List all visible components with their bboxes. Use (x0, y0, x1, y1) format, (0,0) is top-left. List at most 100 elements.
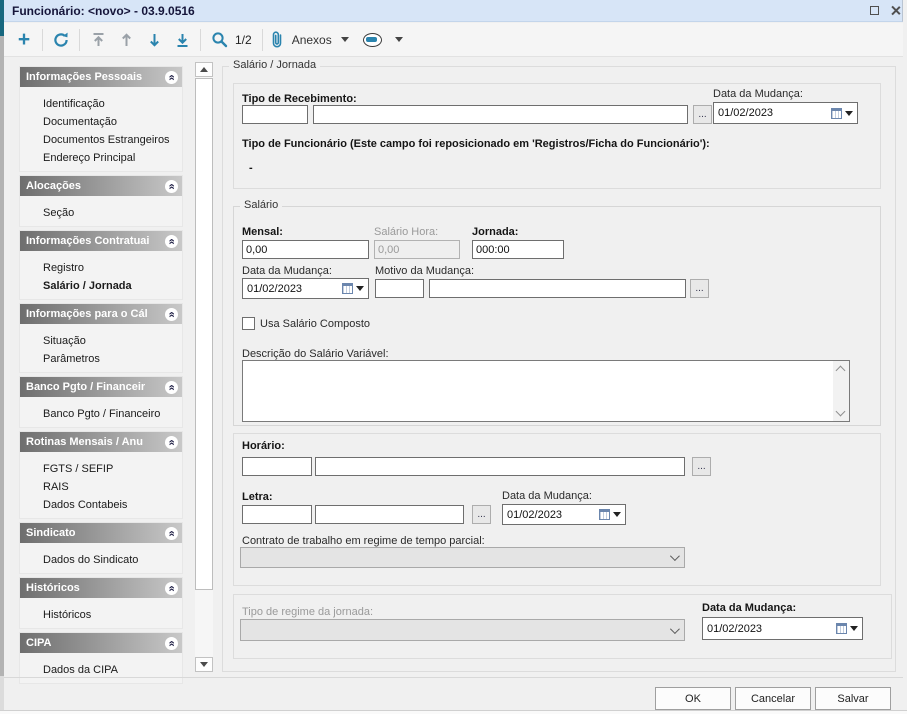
sidebar-item[interactable]: Endereço Principal (20, 149, 182, 167)
search-button[interactable] (207, 27, 231, 53)
tipo-funcionario-label: Tipo de Funcionário (Este campo foi repo… (242, 138, 710, 150)
next-record-button[interactable] (142, 27, 166, 53)
tipo-recebimento-desc-input[interactable] (313, 105, 688, 124)
letra-date-picker-button[interactable] (595, 505, 625, 524)
collapse-chevron-icon[interactable] (165, 582, 178, 595)
regime-jornada-panel: Tipo de regime da jornada: Data da Mudan… (233, 594, 892, 659)
sidebar-item[interactable]: RAIS (20, 478, 182, 496)
refresh-button[interactable] (49, 27, 73, 53)
sidebar-section-header[interactable]: Informações Pessoais (20, 67, 182, 87)
last-record-button[interactable] (170, 27, 194, 53)
descricao-salario-textarea[interactable] (243, 361, 832, 421)
motivo-desc-input[interactable] (429, 279, 686, 298)
cancel-button[interactable]: Cancelar (735, 687, 811, 710)
usa-salario-composto-checkbox[interactable] (242, 317, 255, 330)
first-record-button[interactable] (86, 27, 110, 53)
background-window-edge-bottom (0, 676, 4, 714)
calendar-icon (831, 108, 842, 119)
tipo-recebimento-lookup-button[interactable]: ... (693, 105, 712, 124)
print-button[interactable] (361, 27, 385, 53)
background-window-edge (0, 0, 4, 714)
salario-date-field[interactable]: 01/02/2023 (242, 278, 369, 299)
letra-lookup-button[interactable]: ... (472, 505, 491, 524)
sidebar-section-header[interactable]: Sindicato (20, 523, 182, 543)
recebimento-date-field[interactable]: 01/02/2023 (713, 102, 858, 124)
horario-desc-input[interactable] (315, 457, 685, 476)
print-dropdown-icon[interactable] (395, 37, 403, 42)
collapse-chevron-icon[interactable] (165, 637, 178, 650)
letra-date-field[interactable]: 01/02/2023 (502, 504, 626, 525)
sidebar-section-header[interactable]: Rotinas Mensais / Anu (20, 432, 182, 452)
collapse-chevron-icon[interactable] (165, 71, 178, 84)
mensal-input[interactable] (242, 240, 369, 259)
jornada-input[interactable] (472, 240, 564, 259)
sidebar-section-title: Informações para o Cál (26, 308, 165, 320)
collapse-chevron-icon[interactable] (165, 381, 178, 394)
horario-lookup-button[interactable]: ... (692, 457, 711, 476)
chevron-down-icon (670, 551, 680, 561)
salario-group: Salário Mensal: Salário Hora: Jornada: D… (233, 206, 881, 426)
sidebar-item[interactable]: Parâmetros (20, 350, 182, 368)
sidebar-item[interactable]: Dados Contabeis (20, 496, 182, 514)
regime-date-field[interactable]: 01/02/2023 (702, 617, 863, 640)
sidebar-section-6: Sindicato Dados do Sindicato (19, 522, 183, 574)
sidebar-section-header[interactable]: Alocações (20, 176, 182, 196)
textarea-scrollbar[interactable] (833, 361, 849, 421)
anexos-button[interactable] (269, 27, 285, 53)
ok-button[interactable]: OK (655, 687, 731, 710)
scroll-up-button[interactable] (195, 62, 213, 77)
sidebar-section-header[interactable]: Banco Pgto / Financeir (20, 377, 182, 397)
toolbar: + (4, 23, 903, 57)
add-record-button[interactable]: + (12, 27, 36, 53)
collapse-chevron-icon[interactable] (165, 235, 178, 248)
salario-date-picker-button[interactable] (338, 279, 368, 298)
letra-code-input[interactable] (242, 505, 312, 524)
tipo-recebimento-code-input[interactable] (242, 105, 308, 124)
sidebar-item[interactable]: Documentos Estrangeiros (20, 131, 182, 149)
recebimento-date-picker-button[interactable] (827, 103, 857, 123)
sidebar-scrollbar[interactable] (195, 62, 213, 672)
sidebar-section-items: Dados do Sindicato (20, 543, 182, 573)
collapse-chevron-icon[interactable] (165, 308, 178, 321)
sidebar-section-title: Rotinas Mensais / Anu (26, 436, 165, 448)
salario-date-value: 01/02/2023 (243, 283, 338, 295)
maximize-icon (870, 6, 879, 15)
save-button[interactable]: Salvar (815, 687, 891, 710)
motivo-code-input[interactable] (375, 279, 424, 298)
sidebar-section-header[interactable]: Históricos (20, 578, 182, 598)
sidebar-item[interactable]: Dados do Sindicato (20, 551, 182, 569)
horario-code-input[interactable] (242, 457, 312, 476)
collapse-chevron-icon[interactable] (165, 436, 178, 449)
sidebar-section-items: IdentificaçãoDocumentaçãoDocumentos Estr… (20, 87, 182, 171)
anexos-label[interactable]: Anexos (292, 33, 332, 47)
motivo-lookup-button[interactable]: ... (690, 279, 709, 298)
toolbar-separator (262, 29, 263, 51)
last-record-icon (175, 32, 190, 48)
sidebar-section-title: Sindicato (26, 527, 165, 539)
motivo-mudanca-label: Motivo da Mudança: (375, 265, 474, 277)
scrollbar-thumb[interactable] (195, 78, 213, 590)
sidebar-item[interactable]: Identificação (20, 95, 182, 113)
letra-desc-input[interactable] (315, 505, 464, 524)
sidebar-section-header[interactable]: Informações Contratuai (20, 231, 182, 251)
collapse-chevron-icon[interactable] (165, 527, 178, 540)
sidebar-item[interactable]: Banco Pgto / Financeiro (20, 405, 182, 423)
sidebar-item[interactable]: Registro (20, 259, 182, 277)
anexos-dropdown-icon[interactable] (341, 37, 349, 42)
sidebar-item[interactable]: Documentação (20, 113, 182, 131)
scroll-down-button[interactable] (195, 657, 213, 672)
sidebar-item[interactable]: Situação (20, 332, 182, 350)
collapse-chevron-icon[interactable] (165, 180, 178, 193)
sidebar-section-items: Banco Pgto / Financeiro (20, 397, 182, 427)
sidebar-item[interactable]: Salário / Jornada (20, 277, 182, 295)
sidebar-section-header[interactable]: Informações para o Cál (20, 304, 182, 324)
close-button[interactable] (889, 4, 902, 17)
sidebar-item[interactable]: Históricos (20, 606, 182, 624)
horario-panel: Horário: ... Letra: ... Data da Mudança:… (233, 433, 881, 586)
sidebar-section-header[interactable]: CIPA (20, 633, 182, 653)
regime-date-picker-button[interactable] (832, 618, 862, 639)
previous-record-button[interactable] (114, 27, 138, 53)
maximize-button[interactable] (869, 5, 881, 17)
sidebar-item[interactable]: FGTS / SEFIP (20, 460, 182, 478)
sidebar-item[interactable]: Seção (20, 204, 182, 222)
